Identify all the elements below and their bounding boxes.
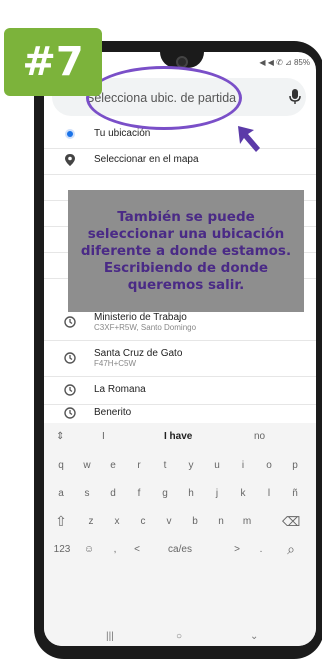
map-pin-icon — [65, 154, 75, 166]
key[interactable]: a — [52, 488, 70, 499]
key[interactable]: o — [260, 460, 278, 471]
highlight-oval — [86, 66, 242, 130]
list-item-subtitle: C3XF+R5W, Santo Domingo — [94, 323, 197, 332]
key[interactable]: h — [182, 488, 200, 499]
tip-overlay: También se puede seleccionar una ubicaci… — [68, 190, 304, 312]
list-item-subtitle: F47H+C5W — [94, 359, 137, 368]
emoji-icon[interactable]: ☺ — [80, 544, 98, 555]
key[interactable]: b — [186, 516, 204, 527]
key[interactable]: n — [212, 516, 230, 527]
list-item-title: Santa Cruz de Gato — [94, 348, 183, 359]
history-icon — [64, 384, 76, 396]
list-item-title: Ministerio de Trabajo — [94, 312, 187, 323]
suggestion[interactable]: I have — [164, 431, 192, 442]
space-key[interactable]: ca/es — [156, 544, 204, 555]
suggestion-bar: ⇕ I I have no — [44, 427, 316, 449]
key[interactable]: s — [78, 488, 96, 499]
key[interactable]: k — [234, 488, 252, 499]
suggestion[interactable]: no — [254, 431, 265, 442]
numbers-key[interactable]: 123 — [50, 544, 74, 555]
history-icon — [64, 316, 76, 328]
key[interactable]: q — [52, 460, 70, 471]
list-item-title: La Romana — [94, 384, 146, 395]
key[interactable]: r — [130, 460, 148, 471]
list-item-title: Benerito — [94, 407, 132, 418]
key[interactable]: d — [104, 488, 122, 499]
keyboard: ⇕ I I have no q w e r t y u i o p a s d … — [44, 423, 316, 646]
mic-icon[interactable] — [288, 88, 302, 106]
key[interactable]: < — [128, 544, 146, 555]
tip-text: También se puede seleccionar una ubicaci… — [80, 208, 292, 293]
key[interactable]: , — [106, 544, 124, 555]
history-icon — [64, 407, 76, 419]
key[interactable]: f — [130, 488, 148, 499]
key[interactable]: v — [160, 516, 178, 527]
backspace-icon[interactable]: ⌫ — [282, 514, 300, 530]
step-badge: #7 — [4, 28, 102, 96]
back-icon[interactable]: ⌄ — [250, 631, 258, 642]
key[interactable]: g — [156, 488, 174, 499]
key[interactable]: t — [156, 460, 174, 471]
key[interactable]: e — [104, 460, 122, 471]
key[interactable]: l — [260, 488, 278, 499]
key[interactable]: w — [78, 460, 96, 471]
key[interactable]: y — [182, 460, 200, 471]
recents-icon[interactable]: ||| — [106, 631, 114, 642]
key[interactable]: > — [228, 544, 246, 555]
key-row-2: a s d f g h j k l ñ — [44, 481, 316, 509]
key-row-4: 123 ☺ , < ca/es > . ⌕ — [44, 537, 316, 565]
status-bar: ◀ ◀ ✆ ⊿ 85% — [259, 58, 310, 67]
key[interactable]: p — [286, 460, 304, 471]
phone-screen: ◀ ◀ ✆ ⊿ 85% Tu ubicación Seleccionar en … — [44, 52, 316, 646]
list-item-title: Tu ubicación — [94, 128, 151, 139]
key-row-1: q w e r t y u i o p — [44, 453, 316, 481]
key[interactable]: i — [234, 460, 252, 471]
nav-bar: ||| ○ ⌄ — [44, 629, 316, 646]
suggestion-expand-icon[interactable]: ⇕ — [56, 431, 64, 442]
shift-icon[interactable]: ⇧ — [52, 513, 70, 530]
key[interactable]: ñ — [286, 488, 304, 499]
pointer-arrow-icon — [238, 126, 260, 152]
key[interactable]: x — [108, 516, 126, 527]
key[interactable]: z — [82, 516, 100, 527]
suggestion[interactable]: I — [102, 431, 105, 442]
location-dot-icon — [65, 129, 75, 139]
search-key-icon[interactable]: ⌕ — [282, 541, 300, 558]
key-row-3: ⇧ z x c v b n m ⌫ — [44, 509, 316, 537]
key[interactable]: . — [252, 544, 270, 555]
list-item[interactable]: Seleccionar en el mapa — [44, 148, 316, 175]
key[interactable]: j — [208, 488, 226, 499]
key[interactable]: m — [238, 516, 256, 527]
list-item-title: Seleccionar en el mapa — [94, 154, 199, 165]
key[interactable]: u — [208, 460, 226, 471]
home-icon[interactable]: ○ — [176, 631, 182, 642]
list-item[interactable]: Santa Cruz de Gato F47H+C5W — [44, 342, 316, 377]
history-icon — [64, 352, 76, 364]
key[interactable]: c — [134, 516, 152, 527]
